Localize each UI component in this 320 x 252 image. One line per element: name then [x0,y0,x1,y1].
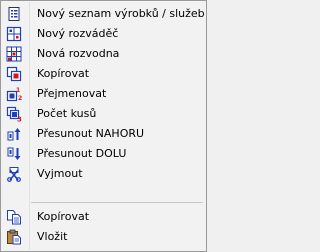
menu-item-label: Přesunout DOLU [37,147,127,160]
menu-item-new-substation[interactable]: Nová rozvodna [3,44,204,64]
new-switchboard-icon [6,26,22,42]
menu-item-copy[interactable]: Kopírovat [3,207,204,227]
copy-item-icon [6,66,22,82]
svg-text:3: 3 [17,116,22,123]
menu-item-label: Nová rozvodna [37,47,120,60]
svg-text:2: 2 [18,95,22,102]
menu-item-label: Přesunout NAHORU [37,127,145,140]
context-menu: Nový seznam výrobků / služeb Nový rozvád… [0,0,207,252]
menu-item-rename[interactable]: 1 2 Přejmenovat [3,84,204,104]
rename-icon: 1 2 [6,86,22,102]
menu-item-label: Kopírovat [37,67,90,80]
menu-item-label: Počet kusů [37,107,97,120]
menu-item-move-up[interactable]: Přesunout NAHORU [3,124,204,144]
menu-item-quantity[interactable]: 3 Počet kusů [3,104,204,124]
menu-item-new-switchboard[interactable]: Nový rozváděč [3,24,204,44]
quantity-icon: 3 [6,106,22,122]
menu-separator [31,202,203,203]
new-list-icon [6,6,22,22]
svg-text:1: 1 [16,87,20,94]
menu-item-paste[interactable]: Vložit [3,227,204,247]
menu-item-label: Nový rozváděč [37,27,119,40]
menu-item-cut[interactable]: Vyjmout [3,164,204,184]
menu-item-move-down[interactable]: Přesunout DOLU [3,144,204,164]
move-up-icon [6,126,22,142]
new-substation-icon [6,46,22,62]
cut-icon [6,166,22,182]
menu-item-label: Přejmenovat [37,87,107,100]
menu-item-new-list[interactable]: Nový seznam výrobků / služeb [3,4,205,24]
menu-item-label: Nový seznam výrobků / služeb [37,7,205,20]
menu-item-label: Vložit [37,230,68,243]
menu-item-label: Vyjmout [37,167,83,180]
menu-item-copy-item[interactable]: Kopírovat [3,64,204,84]
menu-item-label: Kopírovat [37,210,90,223]
copy-icon [6,209,22,225]
move-down-icon [6,146,22,162]
paste-icon [6,229,22,245]
